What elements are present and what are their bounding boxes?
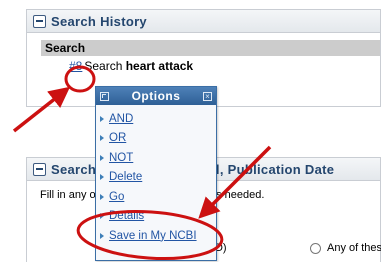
highlight-circle-id bbox=[64, 65, 96, 93]
annotation-overlay bbox=[12, 65, 272, 260]
arrow-to-details bbox=[198, 145, 272, 219]
arrow-to-id bbox=[12, 86, 71, 133]
highlight-circle-details bbox=[76, 210, 224, 260]
